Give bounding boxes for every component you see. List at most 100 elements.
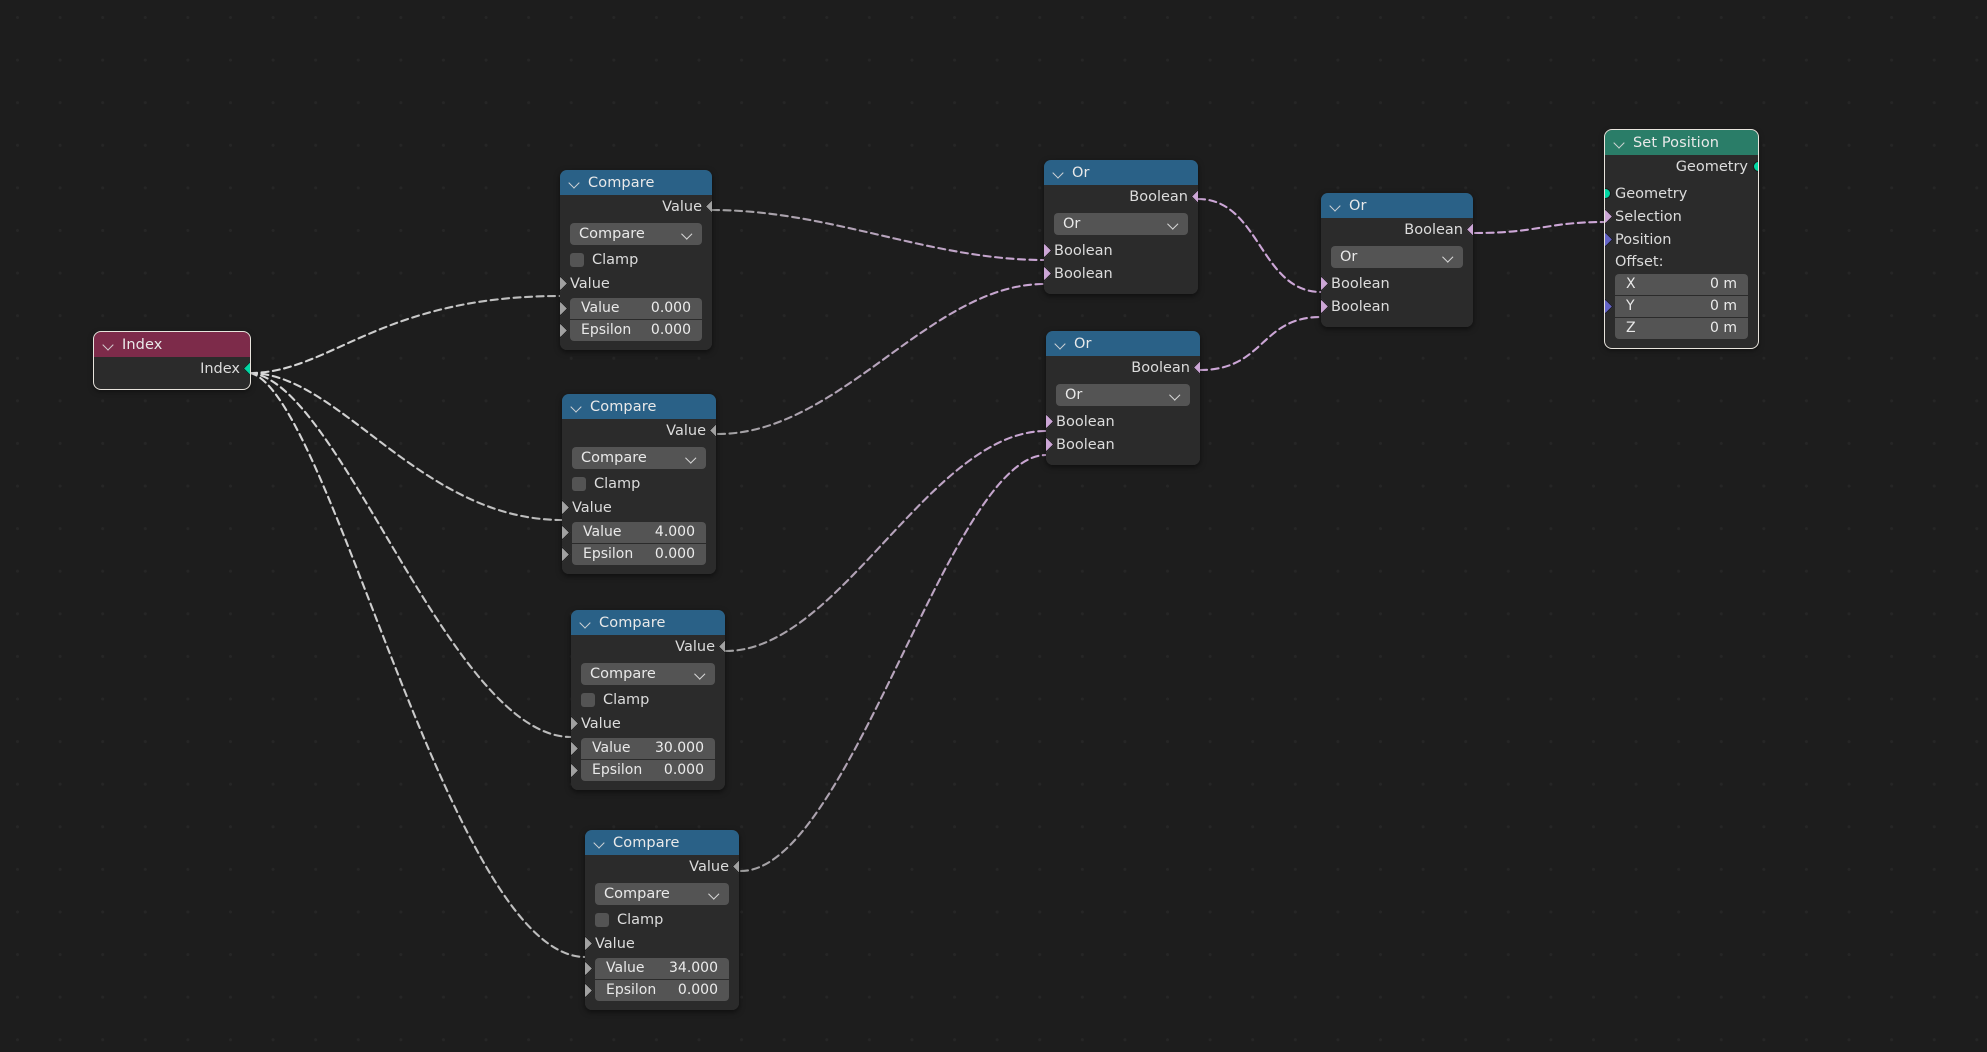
socket-output-boolean[interactable]	[1465, 221, 1473, 238]
socket-output-value[interactable]	[704, 198, 712, 215]
compare-1-clamp-checkbox[interactable]	[570, 253, 584, 267]
compare-2-value-field[interactable]: Value 4.000	[562, 521, 706, 543]
socket-output-index[interactable]	[242, 360, 250, 377]
chevron-down-icon[interactable]	[1053, 167, 1065, 179]
socket-output-value[interactable]	[731, 858, 739, 875]
compare-2-output-row: Value	[562, 419, 716, 442]
socket-input-value[interactable]	[562, 499, 570, 516]
offset-y-label: Y	[1626, 298, 1635, 314]
node-or-1[interactable]: Or Boolean Or Boolean Boolean	[1044, 160, 1198, 294]
compare-4-epsilon-field[interactable]: Epsilon 0.000	[585, 979, 729, 1001]
or-2-operation-dropdown[interactable]: Or	[1331, 246, 1463, 268]
node-or-2[interactable]: Or Boolean Or Boolean Boolean	[1321, 193, 1473, 327]
set-position-offset-z-field[interactable]: Z 0 m	[1615, 317, 1748, 339]
compare-3-value-socket-label: Value	[581, 715, 621, 732]
socket-output-value[interactable]	[717, 638, 725, 655]
set-position-offset-x-field[interactable]: X 0 m	[1615, 273, 1748, 295]
compare-1-operation-dropdown[interactable]: Compare	[570, 223, 702, 245]
chevron-down-icon[interactable]	[103, 339, 115, 351]
socket-output-boolean[interactable]	[1192, 359, 1200, 376]
compare-3-clamp-checkbox[interactable]	[581, 693, 595, 707]
node-or-1-header[interactable]: Or	[1044, 160, 1198, 185]
socket-input-geometry[interactable]	[1605, 188, 1611, 199]
socket-input-value-b[interactable]	[571, 740, 579, 756]
or-3-operation-dropdown[interactable]: Or	[1056, 384, 1190, 406]
socket-input-boolean-1[interactable]	[1044, 242, 1052, 259]
node-or-3[interactable]: Or Boolean Or Boolean Boolean	[1046, 331, 1200, 465]
socket-input-epsilon[interactable]	[562, 546, 570, 562]
chevron-down-icon	[1443, 252, 1454, 263]
node-index[interactable]: Index Index	[93, 331, 251, 390]
node-index-header[interactable]: Index	[94, 332, 250, 357]
or-1-operation-dropdown[interactable]: Or	[1054, 213, 1188, 235]
chevron-down-icon[interactable]	[1330, 200, 1342, 212]
or-3-input-1-label: Boolean	[1056, 413, 1115, 430]
chevron-down-icon[interactable]	[571, 401, 583, 413]
socket-input-epsilon[interactable]	[560, 322, 568, 338]
socket-input-value[interactable]	[560, 275, 568, 292]
socket-output-boolean[interactable]	[1190, 188, 1198, 205]
node-compare-3-header[interactable]: Compare	[571, 610, 725, 635]
socket-input-epsilon[interactable]	[585, 982, 593, 998]
socket-input-boolean-1[interactable]	[1046, 413, 1054, 430]
node-compare-3[interactable]: Compare Value Compare Clamp Value Value …	[571, 610, 725, 790]
node-compare-2-header[interactable]: Compare	[562, 394, 716, 419]
compare-2-clamp-row[interactable]: Clamp	[562, 471, 716, 496]
compare-2-operation-dropdown[interactable]: Compare	[572, 447, 706, 469]
node-compare-4-header[interactable]: Compare	[585, 830, 739, 855]
compare-3-epsilon-field[interactable]: Epsilon 0.000	[571, 759, 715, 781]
socket-input-offset[interactable]	[1605, 298, 1613, 314]
chevron-down-icon[interactable]	[1055, 338, 1067, 350]
socket-input-selection[interactable]	[1605, 208, 1613, 225]
compare-4-value-field[interactable]: Value 34.000	[585, 957, 729, 979]
compare-1-value-field[interactable]: Value 0.000	[560, 297, 702, 319]
chevron-down-icon[interactable]	[569, 177, 581, 189]
set-position-offset-y-field[interactable]: Y 0 m	[1605, 295, 1748, 317]
node-index-body: Index	[94, 357, 250, 389]
socket-input-boolean-2[interactable]	[1321, 298, 1329, 315]
chevron-down-icon[interactable]	[1614, 137, 1626, 149]
compare-2-epsilon-field[interactable]: Epsilon 0.000	[562, 543, 706, 565]
socket-output-value[interactable]	[708, 422, 716, 439]
link-compare4-or3	[739, 453, 1048, 873]
chevron-down-icon[interactable]	[594, 837, 606, 849]
compare-1-clamp-row[interactable]: Clamp	[560, 247, 712, 272]
compare-4-clamp-checkbox[interactable]	[595, 913, 609, 927]
compare-1-epsilon-field[interactable]: Epsilon 0.000	[560, 319, 702, 341]
node-or-2-title: Or	[1349, 197, 1367, 214]
node-set-position-header[interactable]: Set Position	[1605, 130, 1758, 155]
compare-3-clamp-row[interactable]: Clamp	[571, 687, 725, 712]
node-compare-1-header[interactable]: Compare	[560, 170, 712, 195]
chevron-down-icon[interactable]	[580, 617, 592, 629]
node-or-3-header[interactable]: Or	[1046, 331, 1200, 356]
socket-output-geometry[interactable]	[1752, 161, 1758, 172]
compare-2-clamp-label: Clamp	[594, 476, 641, 492]
socket-input-boolean-2[interactable]	[1044, 265, 1052, 282]
node-compare-4[interactable]: Compare Value Compare Clamp Value Value …	[585, 830, 739, 1010]
compare-1-epsilon-field-label: Epsilon	[581, 322, 632, 338]
node-compare-1[interactable]: Compare Value Compare Clamp Value Value …	[560, 170, 712, 350]
compare-4-value-field-label: Value	[606, 960, 645, 976]
compare-4-output-row: Value	[585, 855, 739, 878]
socket-input-value[interactable]	[585, 935, 593, 952]
node-editor-canvas[interactable]: Index Index Compare Value Compare Clamp …	[0, 0, 1987, 1052]
link-index-compare3	[248, 371, 573, 739]
compare-3-operation-dropdown[interactable]: Compare	[581, 663, 715, 685]
socket-input-position[interactable]	[1605, 231, 1613, 248]
node-set-position[interactable]: Set Position Geometry Geometry Selection	[1604, 129, 1759, 349]
socket-input-boolean-1[interactable]	[1321, 275, 1329, 292]
socket-input-epsilon[interactable]	[571, 762, 579, 778]
socket-input-value-b[interactable]	[585, 960, 593, 976]
output-label-boolean: Boolean	[1129, 188, 1188, 205]
output-label-boolean: Boolean	[1131, 359, 1190, 376]
socket-input-value-b[interactable]	[562, 524, 570, 540]
node-compare-2[interactable]: Compare Value Compare Clamp Value Value …	[562, 394, 716, 574]
compare-4-clamp-row[interactable]: Clamp	[585, 907, 739, 932]
compare-2-clamp-checkbox[interactable]	[572, 477, 586, 491]
socket-input-value-b[interactable]	[560, 300, 568, 316]
compare-4-operation-dropdown[interactable]: Compare	[595, 883, 729, 905]
node-or-2-header[interactable]: Or	[1321, 193, 1473, 218]
socket-input-boolean-2[interactable]	[1046, 436, 1054, 453]
compare-3-value-field[interactable]: Value 30.000	[571, 737, 715, 759]
socket-input-value[interactable]	[571, 715, 579, 732]
